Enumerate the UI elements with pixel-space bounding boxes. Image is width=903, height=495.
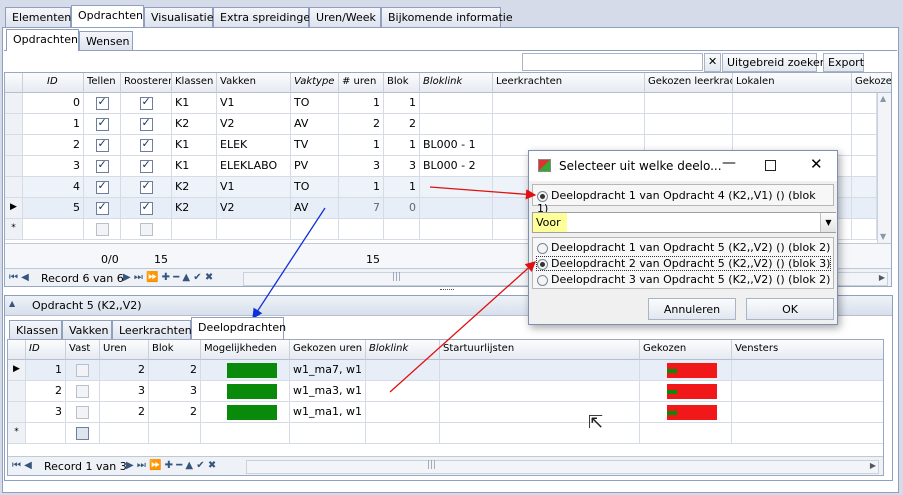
annotation-arrows [252, 186, 537, 393]
blue-arrow [252, 207, 326, 320]
tab-opdrachten[interactable]: Opdrachten [71, 5, 144, 27]
red-arrow-bottom [389, 261, 536, 393]
red-arrow-top [429, 186, 537, 200]
tab-opdrachten-sub[interactable]: Opdrachten [6, 29, 79, 51]
tab-deelopdrachten[interactable]: Deelopdrachten [191, 317, 286, 339]
